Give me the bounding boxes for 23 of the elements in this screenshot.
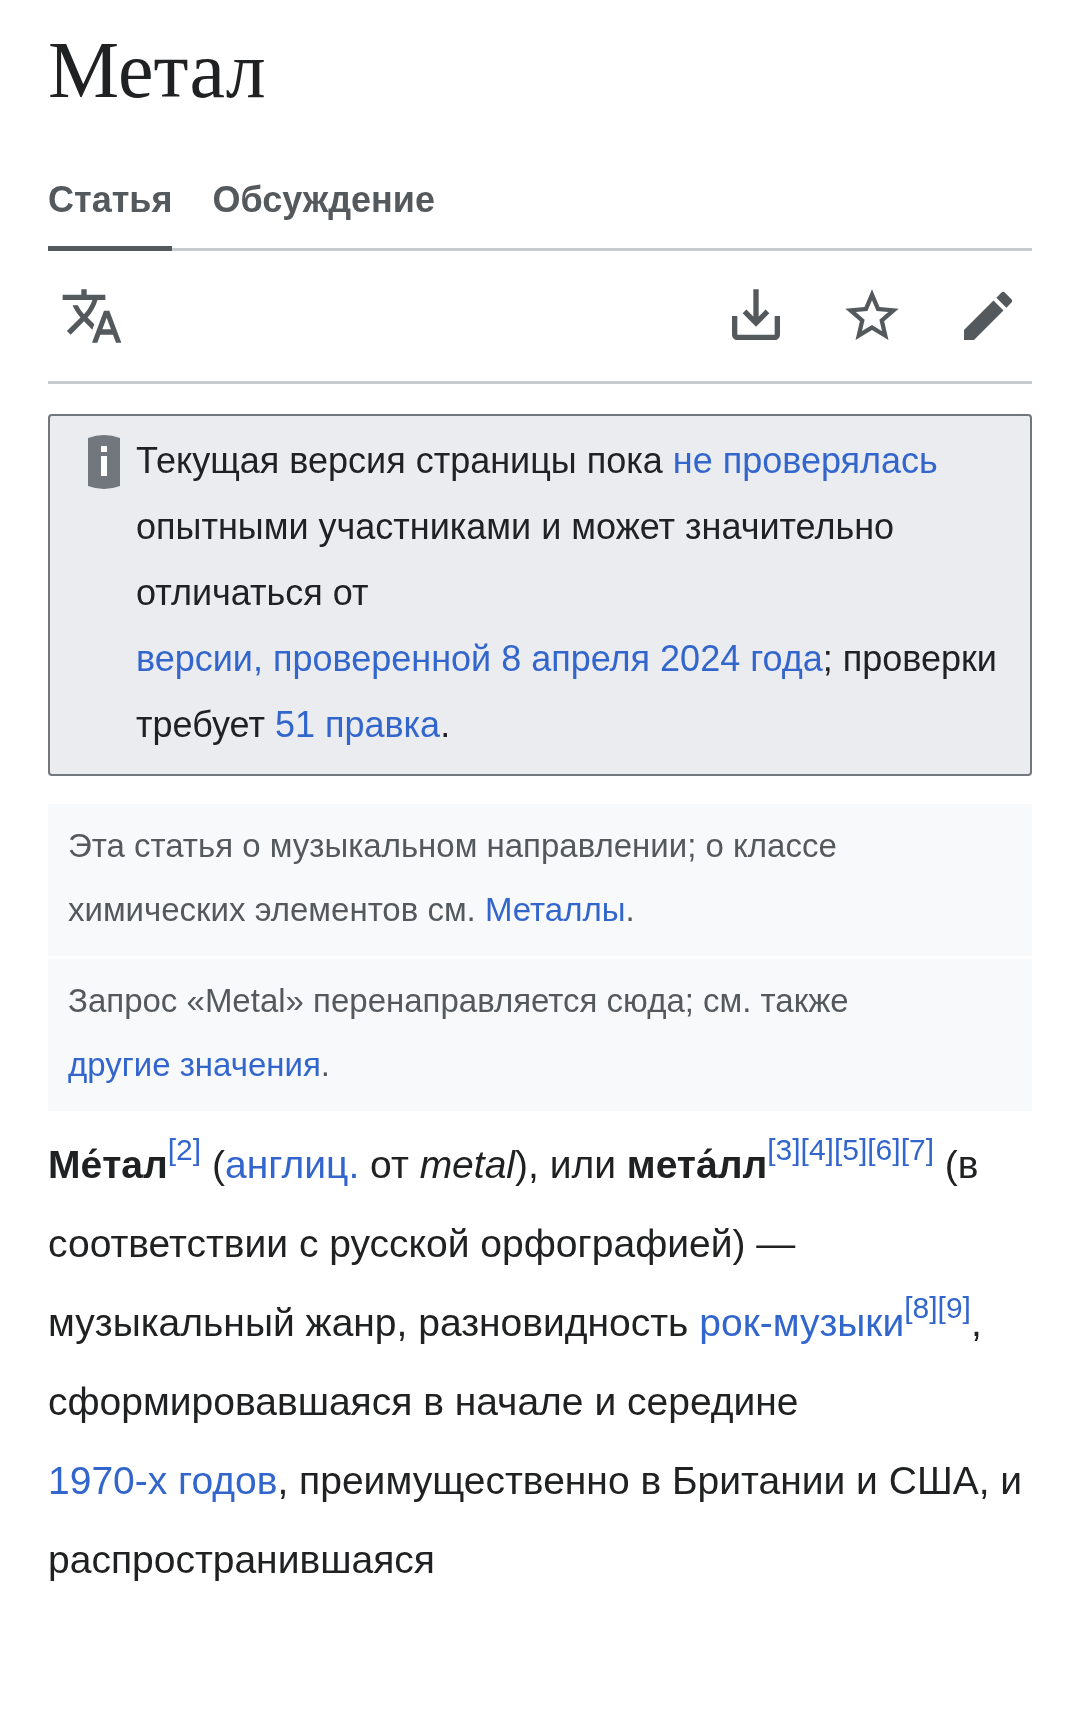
reference-link[interactable]: [2] <box>167 1133 202 1166</box>
link[interactable]: версии, проверенной 8 апреля 2024 года <box>136 638 823 679</box>
tab[interactable]: Обсуждение <box>212 160 435 251</box>
reference-link[interactable]: [7] <box>900 1133 934 1166</box>
link[interactable]: не проверялась <box>672 440 938 481</box>
reference-link[interactable]: [5] <box>833 1133 868 1166</box>
info-icon <box>88 432 120 492</box>
page-title: Метал <box>48 25 267 116</box>
link[interactable]: 1970-х годов <box>48 1459 278 1502</box>
link[interactable]: другие значения <box>68 1046 321 1083</box>
notice-text: Текущая версия страницы пока не проверялась опытными участниками и может значительно отличаться от версии, проверенной 8 апреля 2024 года; проверки требует 51 правка. <box>136 439 998 747</box>
tab[interactable]: Статья <box>48 160 173 251</box>
hatnote: Запрос «Metal» перенаправляется сюда; см. также другие значения. <box>48 959 1032 1111</box>
reference-link[interactable]: [3] <box>767 1133 801 1166</box>
reference-link[interactable]: [8] <box>904 1291 938 1324</box>
reference-link[interactable]: [4] <box>800 1133 834 1166</box>
reference-link[interactable]: [9] <box>937 1291 971 1324</box>
hatnote: Эта статья о музыкальном направлении; о классе химических элементов см. Металлы. <box>48 804 1032 956</box>
reference-link[interactable]: [6] <box>867 1133 901 1166</box>
link[interactable]: Металлы <box>484 891 626 928</box>
link[interactable]: англиц. <box>224 1143 360 1186</box>
link[interactable]: 51 правка <box>274 704 441 745</box>
link[interactable]: рок-музыки <box>699 1301 905 1344</box>
